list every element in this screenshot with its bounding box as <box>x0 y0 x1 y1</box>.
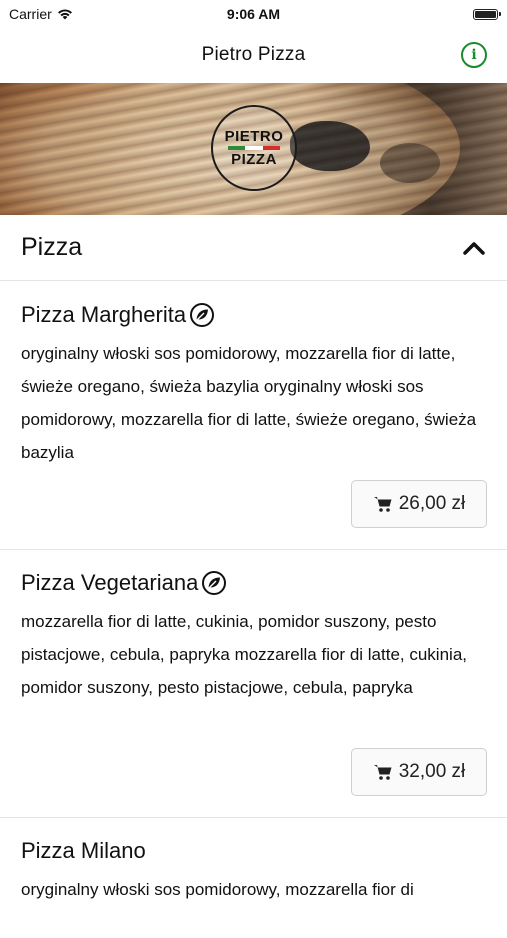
status-left: Carrier <box>9 6 73 22</box>
status-time: 9:06 AM <box>226 6 281 22</box>
menu-item-title: Pizza Vegetariana <box>21 568 486 598</box>
info-button[interactable]: i <box>461 42 487 68</box>
menu-item-name: Pizza Milano <box>21 838 146 863</box>
menu-item: Pizza Margherita oryginalny włoski sos p… <box>0 282 507 550</box>
logo-flag-stripes <box>228 146 280 150</box>
logo-text-top: PIETRO <box>224 128 284 145</box>
menu-item-name: Pizza Margherita <box>21 302 187 327</box>
carrier-label: Carrier <box>9 6 52 22</box>
battery-icon <box>473 8 501 20</box>
price-label: 32,00 zł <box>398 761 466 782</box>
menu-item-title: Pizza Margherita <box>21 300 486 330</box>
menu-item-description: oryginalny włoski sos pomidorowy, mozzar… <box>21 344 477 462</box>
restaurant-logo: PIETRO PIZZA <box>211 105 297 191</box>
cart-icon <box>373 497 392 512</box>
price-label: 26,00 zł <box>398 493 466 514</box>
hero-banner-image: PIETRO PIZZA <box>0 83 507 215</box>
vegetarian-leaf-icon <box>202 571 227 595</box>
menu-item-description: oryginalny włoski sos pomidorowy, mozzar… <box>21 880 414 899</box>
wifi-icon <box>57 9 72 20</box>
menu-item-name: Pizza Vegetariana <box>21 570 199 595</box>
price-row: 26,00 zł <box>351 480 487 528</box>
price-row: 32,00 zł <box>351 748 487 796</box>
vegetarian-leaf-icon <box>190 303 215 327</box>
cart-icon <box>373 765 392 780</box>
page-title: Pietro Pizza <box>201 44 306 65</box>
menu-item: Pizza Vegetariana mozzarella fior di lat… <box>0 550 507 818</box>
navigation-bar: Pietro Pizza i <box>0 28 507 82</box>
menu-item-description: mozzarella fior di latte, cukinia, pomid… <box>21 612 467 697</box>
status-bar: Carrier 9:06 AM <box>0 0 507 28</box>
menu-item: Pizza Milano oryginalny włoski sos pomid… <box>0 818 507 938</box>
add-to-cart-button[interactable]: 26,00 zł <box>351 480 487 528</box>
menu-item-title: Pizza Milano <box>21 836 486 866</box>
info-icon: i <box>471 47 477 63</box>
logo-text-bottom: PIZZA <box>231 151 277 168</box>
chevron-up-icon <box>463 241 485 255</box>
category-header-pizza[interactable]: Pizza <box>0 215 507 281</box>
add-to-cart-button[interactable]: 32,00 zł <box>351 748 487 796</box>
category-title: Pizza <box>21 233 83 261</box>
